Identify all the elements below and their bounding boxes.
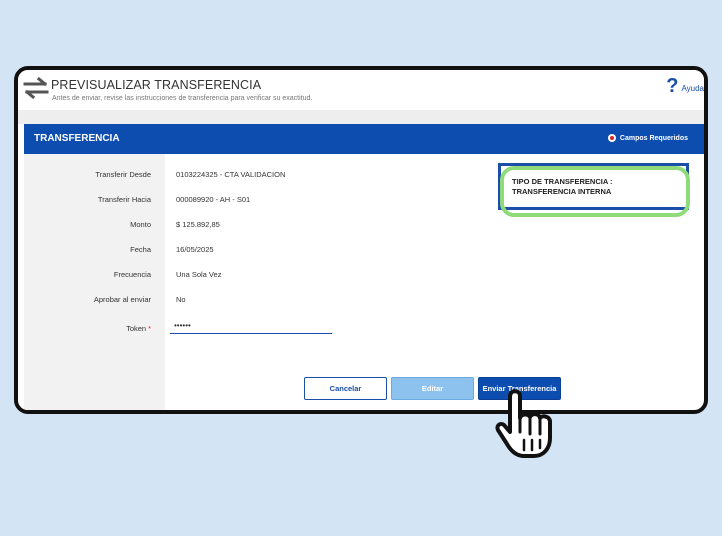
required-star: *: [148, 324, 151, 333]
value-fecha: 16/05/2025: [176, 245, 214, 254]
token-input[interactable]: [170, 318, 332, 334]
required-dot-icon: [607, 134, 616, 142]
value-aprobar-al-enviar: No: [176, 295, 186, 304]
value-monto: $ 125.892,85: [176, 220, 220, 229]
edit-button[interactable]: Editar: [391, 377, 474, 400]
help-link[interactable]: ? Ayuda: [666, 76, 704, 96]
help-label[interactable]: Ayuda: [681, 84, 704, 93]
value-transferir-desde: 0103224325 - CTA VALIDACION: [176, 170, 286, 179]
swap-arrows-icon: [23, 76, 49, 100]
label-transferir-desde: Transferir Desde: [95, 170, 151, 179]
cancel-button[interactable]: Cancelar: [304, 377, 387, 400]
required-legend-label: Campos Requeridos: [619, 134, 688, 142]
label-frecuencia: Frecuencia: [113, 270, 151, 279]
value-frecuencia: Una Sola Vez: [176, 270, 222, 279]
page-subtitle: Antes de enviar, revise las instruccione…: [52, 95, 313, 102]
question-mark-icon[interactable]: ?: [666, 76, 678, 96]
header-divider: [18, 110, 704, 124]
transfer-type-highlight: [500, 166, 690, 217]
label-monto: Monto: [130, 220, 151, 229]
page-title: PREVISUALIZAR TRANSFERENCIA: [51, 78, 262, 92]
value-transferir-hacia: 000089920 - AH - S01: [176, 195, 251, 204]
app-window: PREVISUALIZAR TRANSFERENCIA Antes de env…: [14, 66, 708, 414]
label-column: Transferir Desde Transferir Hacia Monto …: [24, 154, 165, 410]
card-title: TRANSFERENCIA: [34, 133, 120, 144]
required-fields-legend: Campos Requeridos: [607, 134, 688, 142]
label-fecha: Fecha: [130, 245, 151, 254]
card-header: TRANSFERENCIA Campos Requeridos: [24, 124, 704, 154]
page-header: PREVISUALIZAR TRANSFERENCIA Antes de env…: [18, 70, 704, 110]
token-label-text: Token: [126, 324, 147, 333]
hand-pointer-icon: [495, 389, 552, 458]
label-token: Token *: [126, 324, 151, 333]
label-aprobar-al-enviar: Aprobar al enviar: [93, 295, 151, 304]
label-transferir-hacia: Transferir Hacia: [97, 195, 151, 204]
